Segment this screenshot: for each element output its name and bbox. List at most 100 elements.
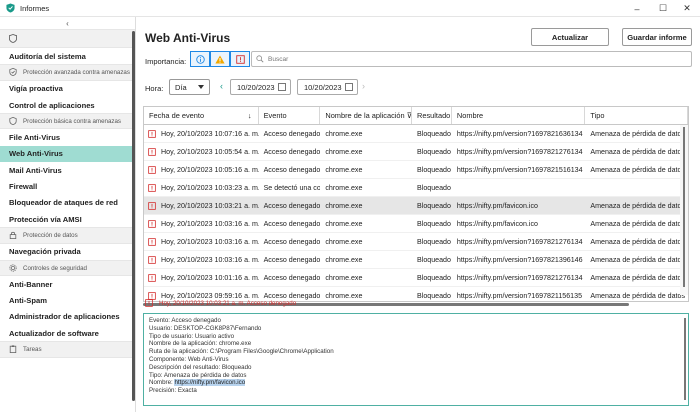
- table-cell: Bloqueado: [412, 125, 452, 142]
- table-cell-text: Amenaza de pérdida de datos: [590, 273, 686, 282]
- table-cell: Acceso denegado: [259, 197, 321, 214]
- sidebar-group-tareas[interactable]: Tareas: [0, 341, 135, 358]
- sidebar-item-control-de-aplicaciones[interactable]: Control de aplicaciones: [0, 97, 135, 113]
- hour-label: Hora:: [145, 84, 164, 93]
- table-cell-text: Bloqueado: [417, 255, 451, 264]
- column-header-fecha-de-evento[interactable]: Fecha de evento ↓: [144, 107, 259, 124]
- detail-line: Nombre de la aplicación: chrome.exe: [149, 340, 252, 348]
- caret-down-icon: [198, 85, 204, 89]
- table-cell: Acceso denegado: [259, 251, 321, 268]
- maximize-icon: ☐: [658, 3, 668, 13]
- table-row[interactable]: Hoy, 20/10/2023 10:01:16 a. m. Acceso den…: [144, 269, 688, 287]
- minimize-button[interactable]: –: [624, 0, 650, 17]
- importance-info-toggle[interactable]: [190, 51, 210, 67]
- sidebar-item-file-anti-virus[interactable]: File Anti-Virus: [0, 129, 135, 145]
- table-cell: chrome.exe: [320, 197, 412, 214]
- table-row[interactable]: Hoy, 20/10/2023 10:05:16 a. m. Acceso den…: [144, 161, 688, 179]
- column-header-evento[interactable]: Evento: [259, 107, 321, 124]
- sort-arrow-icon: ↓: [247, 111, 252, 120]
- sidebar-item-proteccion-via-amsi[interactable]: Protección vía AMSI: [0, 211, 135, 227]
- table-row[interactable]: Hoy, 20/10/2023 10:05:54 a. m. Acceso den…: [144, 143, 688, 161]
- column-header-label: Nombre de la aplicación: [325, 111, 405, 120]
- importance-critical-toggle[interactable]: [230, 51, 250, 67]
- table-vertical-scrollbar[interactable]: [680, 125, 688, 295]
- column-header-nombre-de-la-aplicacion[interactable]: Nombre de la aplicación ⊽: [320, 107, 413, 124]
- table-cell-text: chrome.exe: [325, 147, 363, 156]
- window-title: Informes: [20, 3, 50, 13]
- table-cell: Hoy, 20/10/2023 10:05:16 a. m.: [144, 161, 259, 178]
- table-row[interactable]: Hoy, 20/10/2023 10:03:16 a. m. Acceso den…: [144, 251, 688, 269]
- save-report-button[interactable]: Guardar informe: [622, 28, 692, 46]
- sidebar-scrollbar[interactable]: [132, 31, 135, 401]
- table-row[interactable]: Hoy, 20/10/2023 10:03:23 a. m. Se detectó…: [144, 179, 688, 197]
- table-cell: Hoy, 20/10/2023 10:03:16 a. m.: [144, 215, 259, 232]
- table-cell: https://nifty.pm/version?1697821636134: [452, 125, 586, 142]
- importance-warning-toggle[interactable]: [210, 51, 230, 67]
- table-header: Fecha de evento ↓ Evento Nombre de la aplic…: [144, 107, 688, 125]
- table-cell: chrome.exe: [320, 143, 412, 160]
- sidebar-item-auditoria-del-sistema[interactable]: Auditoría del sistema: [0, 48, 135, 64]
- next-period-button[interactable]: ›: [362, 81, 365, 91]
- table-cell: chrome.exe: [320, 287, 412, 301]
- sidebar-collapse-button[interactable]: ‹: [0, 17, 135, 30]
- scroll-thumb[interactable]: [683, 127, 685, 287]
- sidebar-item-bloqueador-de-ataques-de-red[interactable]: Bloqueador de ataques de red: [0, 195, 135, 211]
- table-cell: chrome.exe: [320, 215, 412, 232]
- search-input[interactable]: [268, 55, 668, 63]
- maximize-button[interactable]: ☐: [650, 0, 676, 17]
- table-row[interactable]: Hoy, 20/10/2023 10:07:16 a. m. Acceso den…: [144, 125, 688, 143]
- sidebar-item-firewall[interactable]: Firewall: [0, 178, 135, 194]
- table-cell-text: Acceso denegado: [263, 165, 321, 174]
- sidebar-item-vigia-proactiva[interactable]: Vigía proactiva: [0, 81, 135, 97]
- table-cell: Bloqueado: [412, 179, 452, 196]
- table-cell: https://nifty.pm/version?1697821156135: [452, 287, 586, 301]
- table-cell: https://nifty.pm/version?1697821396146: [452, 251, 586, 268]
- date-to-value: 10/20/2023: [304, 82, 342, 92]
- table-cell-text: Acceso denegado: [263, 147, 321, 156]
- sidebar-group-label: Protección de datos: [23, 231, 78, 239]
- table-row[interactable]: Hoy, 20/10/2023 10:03:16 a. m. Acceso den…: [144, 233, 688, 251]
- sidebar-group-proteccion-de-datos[interactable]: Protección de datos: [0, 227, 135, 244]
- sidebar-group-controles-de-seguridad[interactable]: Controles de seguridad: [0, 259, 135, 277]
- table-cell: https://nifty.pm/version?1697821276134: [452, 233, 586, 250]
- detail-name-value[interactable]: https://nifty.pm/favicon.ico: [174, 379, 246, 387]
- date-to-field[interactable]: 10/20/2023: [297, 79, 358, 95]
- table-row[interactable]: Hoy, 20/10/2023 10:03:16 a. m. Acceso den…: [144, 215, 688, 233]
- date-from-field[interactable]: 10/20/2023: [230, 79, 291, 95]
- details-scrollbar[interactable]: [684, 318, 686, 400]
- table-cell-text: Bloqueado: [417, 237, 451, 246]
- table-cell: chrome.exe: [320, 251, 412, 268]
- sidebar-item-actualizador-de-software[interactable]: Actualizador de software: [0, 325, 135, 341]
- sidebar-item-mail-anti-virus[interactable]: Mail Anti-Virus: [0, 162, 135, 178]
- search-box: [251, 51, 692, 67]
- table-body: Hoy, 20/10/2023 10:07:16 a. m. Acceso den…: [144, 125, 688, 301]
- table-cell: Bloqueado: [412, 215, 452, 232]
- table-cell-text: Amenaza de pérdida de datos: [590, 201, 686, 210]
- sidebar-group-proteccion-avanzada-contra-amenazas[interactable]: Protección avanzada contra amenazas: [0, 64, 135, 81]
- period-select[interactable]: Día: [169, 79, 210, 95]
- table-cell: https://nifty.pm/favicon.ico: [452, 197, 586, 214]
- detail-line: Usuario: DESKTOP-CGK8P87\Fernando: [149, 324, 262, 332]
- sidebar-item-administrador-de-aplicaciones[interactable]: Administrador de aplicaciones: [0, 309, 135, 325]
- previous-period-button[interactable]: ‹: [220, 81, 223, 91]
- sidebar-item-navegacion-privada[interactable]: Navegación privada: [0, 244, 135, 260]
- update-button[interactable]: Actualizar: [531, 28, 609, 46]
- table-cell: Acceso denegado: [259, 233, 321, 250]
- column-header-tipo[interactable]: Tipo: [585, 107, 688, 124]
- table-cell-text: chrome.exe: [325, 273, 363, 282]
- sidebar-item-anti-banner[interactable]: Anti-Banner: [0, 276, 135, 292]
- sidebar-protection-status[interactable]: [0, 30, 135, 48]
- close-button[interactable]: ✕: [674, 0, 700, 17]
- sidebar-list: Auditoría del sistema Protección avanzada…: [0, 30, 135, 358]
- table-cell-text: Bloqueado: [417, 219, 451, 228]
- sidebar-group-proteccion-basica-contra-amenazas[interactable]: Protección básica contra amenazas: [0, 113, 135, 130]
- column-header-nombre[interactable]: Nombre: [452, 107, 586, 124]
- sidebar-item-anti-spam[interactable]: Anti-Spam: [0, 292, 135, 308]
- table-cell-text: chrome.exe: [325, 129, 363, 138]
- column-header-resultado[interactable]: Resultado: [412, 107, 452, 124]
- event-details-box[interactable]: Evento: Acceso denegado Usuario: DESKTOP-…: [143, 313, 689, 406]
- sidebar-item-web-anti-virus[interactable]: Web Anti-Virus: [0, 145, 135, 163]
- table-cell-text: https://nifty.pm/version?1697821276134: [456, 273, 583, 282]
- table-cell-text: Hoy, 20/10/2023 10:03:16 a. m.: [161, 219, 259, 228]
- table-row[interactable]: Hoy, 20/10/2023 10:03:21 a. m. Acceso den…: [144, 197, 688, 215]
